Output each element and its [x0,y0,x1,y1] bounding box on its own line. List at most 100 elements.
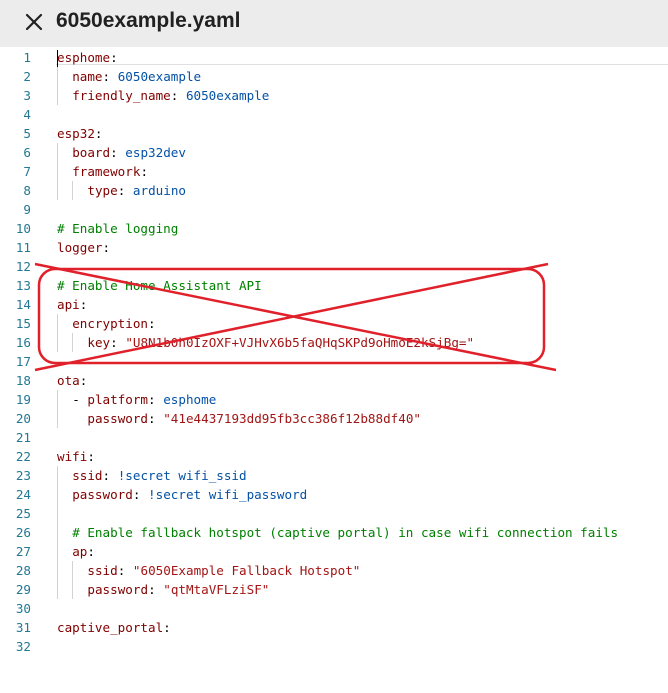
code-editor[interactable]: 1 esphome: 2 name: 6050example 3 friendly_nam… [0,48,668,656]
code-line[interactable]: 13 # Enable Home Assistant API [0,276,668,295]
code-line[interactable]: 26 # Enable fallback hotspot (captive por… [0,523,668,542]
line-content: key: "U8N1b0h0IzOXF+VJHvX6b5faQHqSKPd9oH… [87,333,474,352]
code-token: key [87,335,111,350]
line-content: password: !secret wifi_password [72,485,307,504]
line-content: name: 6050example [72,67,201,86]
code-line[interactable]: 29 password: "qtMtaVFLziSF" [0,580,668,599]
line-content: password: "41e4437193dd95fb3cc386f12b88d… [72,409,421,428]
line-number: 1 [23,50,31,65]
code-line[interactable]: 31 captive_portal: [0,618,668,637]
line-content: ap: [72,542,95,561]
code-line[interactable]: 23 ssid: !secret wifi_ssid [0,466,668,485]
code-token: : [94,126,103,141]
indent-guide [72,580,74,599]
indent-guide [57,523,58,542]
code-token: api [57,297,80,312]
code-line[interactable]: 10 # Enable logging [0,219,668,238]
code-line[interactable]: 6 board: esp32dev [0,143,668,162]
code-token: encryption [72,316,149,331]
code-token: arduino [132,183,186,198]
line-number: 30 [15,601,31,616]
line-number: 27 [15,544,31,559]
code-line[interactable]: 27 ap: [0,542,668,561]
code-token: board [72,145,111,160]
line-content: # Enable logging [57,219,178,238]
code-line[interactable]: 22 wifi: [0,447,668,466]
code-line[interactable]: 28 ssid: "6050Example Fallback Hotspot" [0,561,668,580]
code-line[interactable]: 17 [0,352,668,371]
line-number: 23 [15,468,31,483]
code-line[interactable]: 7 framework: [0,162,668,181]
code-line[interactable]: 2 name: 6050example [0,67,668,86]
code-line[interactable]: 5 esp32: [0,124,668,143]
code-line[interactable]: 19 - platform: esphome [0,390,668,409]
indent-guide [72,333,74,352]
code-token: : [170,88,186,103]
indent-guide [57,86,58,105]
code-token: ap [72,544,88,559]
indent-guide [57,162,58,181]
indent-guide [57,67,58,86]
code-line[interactable]: 24 password: !secret wifi_password [0,485,668,504]
code-line[interactable]: 1 esphome: [0,48,668,67]
code-token: : [148,392,164,407]
line-number: 17 [15,354,31,369]
line-content: ota: [57,371,87,390]
line-number: 5 [23,126,31,141]
code-line[interactable]: 11 logger: [0,238,668,257]
line-content: type: arduino [87,181,186,200]
editor-header: 6050example.yaml [0,0,668,47]
line-content: captive_portal: [57,618,171,637]
line-number: 20 [15,411,31,426]
text-cursor [57,50,58,67]
code-line[interactable]: 20 password: "41e4437193dd95fb3cc386f12b… [0,409,668,428]
code-line[interactable]: 30 [0,599,668,618]
code-line[interactable]: 3 friendly_name: 6050example [0,86,668,105]
code-line[interactable]: 18 ota: [0,371,668,390]
indent-guide [57,409,58,428]
code-token: : [148,316,156,331]
code-token: esp32dev [125,145,186,160]
line-number: 9 [23,202,31,217]
code-token: # Enable logging [57,221,179,236]
line-number: 10 [15,221,31,236]
code-line[interactable]: 32 [0,637,668,656]
code-token: password [87,582,149,597]
code-line[interactable]: 8 type: arduino [0,181,668,200]
code-token: 6050example [185,88,270,103]
indent-guide [57,485,58,504]
code-line[interactable]: 12 [0,257,668,276]
line-number: 19 [15,392,31,407]
line-content: esp32: [57,124,103,143]
code-line[interactable]: 16 key: "U8N1b0h0IzOXF+VJHvX6b5faQHqSKPd9… [0,333,668,352]
code-line[interactable]: 25 [0,504,668,523]
close-icon[interactable] [23,11,45,33]
line-number: 11 [15,240,31,255]
indent-guide [57,143,58,162]
line-content: logger: [57,238,110,257]
code-line[interactable]: 9 [0,200,668,219]
code-token: esphome [163,392,217,407]
indent-guide [57,181,58,200]
line-content: api: [57,295,87,314]
code-line[interactable]: 4 [0,105,668,124]
code-line[interactable]: 14 api: [0,295,668,314]
code-token: : [117,563,133,578]
line-number: 7 [23,164,31,179]
line-number: 28 [15,563,31,578]
code-line[interactable]: 21 [0,428,668,447]
code-line[interactable]: 15 encryption: [0,314,668,333]
code-token: ssid [72,468,103,483]
code-token: !secret wifi_ssid [117,468,247,483]
line-number: 15 [15,316,31,331]
indent-guide [72,561,74,580]
indent-guide [57,561,58,580]
code-token: : [132,487,149,502]
code-token: : [87,449,95,464]
code-token: password [72,487,133,502]
code-token: type [87,183,118,198]
line-number: 21 [15,430,31,445]
indent-guide [57,333,58,352]
code-token: platform [87,392,149,407]
